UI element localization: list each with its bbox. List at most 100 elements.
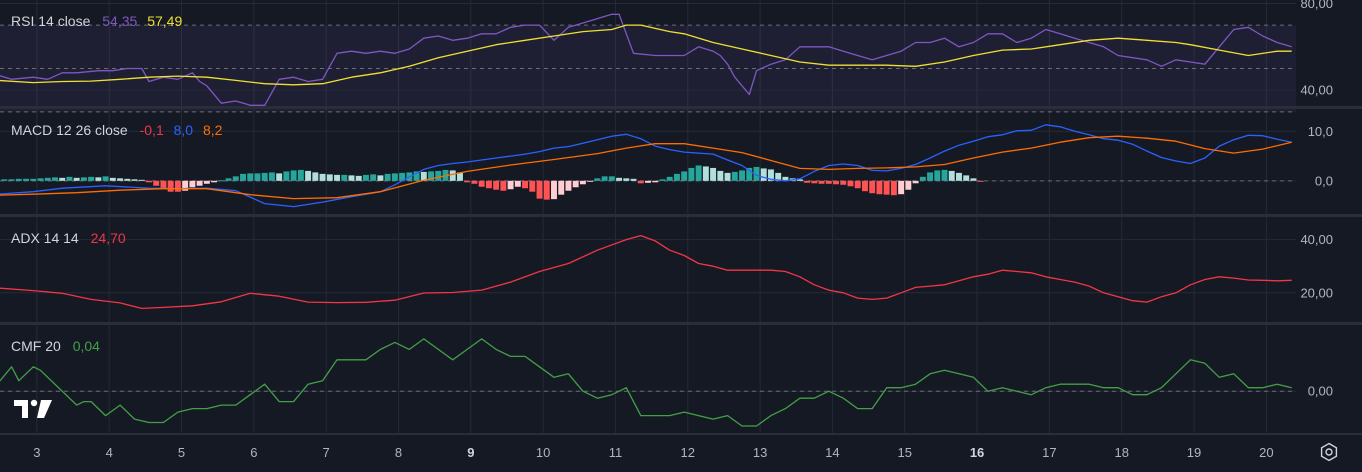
macd-histogram-bar [355, 175, 362, 181]
rsi-legend[interactable]: RSI 14 close 54,35 57,49 [11, 13, 188, 29]
macd-histogram-bar [710, 167, 717, 181]
macd-histogram-bar [153, 180, 160, 186]
macd-histogram-bar [840, 180, 847, 185]
macd-histogram-bar [88, 176, 95, 181]
macd-histogram-bar [536, 180, 543, 199]
macd-histogram-bar [1, 179, 8, 181]
macd-histogram-bar [702, 166, 709, 181]
macd-histogram-bar [8, 179, 15, 181]
macd-histogram-bar [493, 180, 500, 190]
time-axis-label: 12 [681, 445, 695, 460]
indicator-panes[interactable]: 80,00 40,00 10,0 0,0 40,00 20,00 0,00 3 4 5 6 7 8 9 10… [0, 0, 1362, 472]
macd-histogram-bar [890, 180, 897, 196]
macd-histogram-bar [514, 180, 521, 187]
macd-histogram-bar [565, 180, 572, 191]
macd-histogram-bar [927, 172, 934, 181]
cmf-line [0, 338, 1292, 427]
time-axis-label: 16 [970, 445, 984, 460]
macd-histogram-bar [652, 180, 659, 183]
macd-histogram-bar [522, 180, 529, 189]
macd-histogram-bar [471, 180, 478, 184]
macd-histogram-bar [673, 173, 680, 181]
macd-histogram-bar [51, 177, 58, 181]
macd-legend[interactable]: MACD 12 26 close -0,1 8,0 8,2 [11, 122, 228, 138]
macd-histogram-bar [529, 180, 536, 192]
macd-histogram-bar [861, 180, 868, 192]
macd-histogram-bar [377, 175, 384, 181]
price-scale-label: 10,0 [1308, 124, 1333, 139]
gear-icon[interactable] [1318, 441, 1340, 463]
macd-histogram-bar [225, 178, 232, 181]
price-scale-label: 80,00 [1300, 0, 1333, 11]
macd-histogram-bar [435, 170, 442, 181]
macd-histogram-bar [297, 169, 304, 181]
macd-histogram-bar [558, 180, 565, 195]
macd-histogram-bar [681, 171, 688, 181]
macd-histogram-bar [319, 173, 326, 181]
adx-legend[interactable]: ADX 14 14 24,70 [11, 230, 132, 246]
time-axis-label: 14 [825, 445, 839, 460]
macd-histogram-bar [370, 174, 377, 181]
signal-line [0, 135, 1292, 200]
macd-histogram-bar [869, 180, 876, 194]
rsi-ma-value: 57,49 [147, 13, 183, 29]
time-axis-label: 17 [1042, 445, 1056, 460]
macd-histogram-bar [630, 178, 637, 181]
macd-histogram-bar [102, 176, 109, 181]
macd-legend-title: MACD 12 26 close [11, 122, 128, 138]
macd-histogram-bar [326, 174, 333, 181]
macd-histogram-bar [268, 172, 275, 181]
macd-histogram-bar [760, 168, 767, 181]
time-axis-label: 9 [467, 445, 474, 460]
time-axis-label: 13 [753, 445, 767, 460]
macd-histogram-bar [362, 174, 369, 181]
macd-histogram-bar [138, 179, 145, 181]
macd-histogram-bar [854, 180, 861, 189]
time-axis-label: 10 [536, 445, 550, 460]
macd-histogram-bar [240, 173, 246, 181]
macd-histogram-bar [717, 170, 724, 181]
time-axis-label: 11 [609, 445, 623, 460]
macd-histogram-bar [948, 170, 955, 181]
macd-histogram-bar [905, 180, 912, 190]
macd-histogram-bar [666, 176, 673, 181]
time-axis-border [0, 433, 1362, 435]
pane-separator [0, 106, 1362, 109]
price-scale-label: 40,00 [1300, 232, 1333, 247]
cmf-legend[interactable]: CMF 20 0,04 [11, 338, 106, 354]
macd-histogram-bar [30, 178, 37, 181]
macd-histogram-bar [623, 178, 630, 181]
macd-histogram-value: -0,1 [139, 122, 164, 138]
macd-histogram-bar [500, 180, 507, 191]
cmf-value: 0,04 [72, 338, 100, 354]
rsi-value: 54,35 [102, 13, 138, 29]
macd-histogram-bar [833, 180, 840, 185]
macd-histogram-bar [334, 174, 340, 181]
macd-histogram-bar [211, 180, 218, 183]
adx-legend-title: ADX 14 14 [11, 230, 79, 246]
macd-histogram-bar [44, 177, 51, 181]
macd-histogram-bar [131, 179, 138, 181]
time-axis-label: 7 [323, 445, 330, 460]
macd-histogram-bar [174, 180, 181, 192]
macd-histogram-bar [601, 176, 608, 181]
macd-histogram-bar [80, 177, 87, 181]
macd-histogram-bar [934, 170, 941, 181]
macd-histogram-bar [247, 173, 254, 181]
macd-histogram-bar [117, 178, 124, 181]
macd-histogram-bar [811, 180, 818, 184]
macd-histogram-bar [977, 180, 984, 182]
macd-histogram-bar [688, 167, 695, 181]
macd-histogram-bar [804, 180, 811, 183]
macd-histogram-bar [876, 180, 883, 195]
macd-histogram-bar [883, 180, 890, 195]
pane-separator [0, 214, 1362, 217]
macd-line-value: 8,0 [173, 122, 194, 138]
tradingview-logo-icon[interactable] [14, 398, 54, 420]
macd-histogram-bar [478, 180, 485, 187]
macd-histogram-bar [645, 180, 651, 183]
macd-histogram-bar [254, 173, 261, 181]
macd-histogram-bar [970, 178, 977, 181]
macd-histogram-bar [23, 178, 30, 181]
macd-histogram-bar [305, 170, 312, 181]
